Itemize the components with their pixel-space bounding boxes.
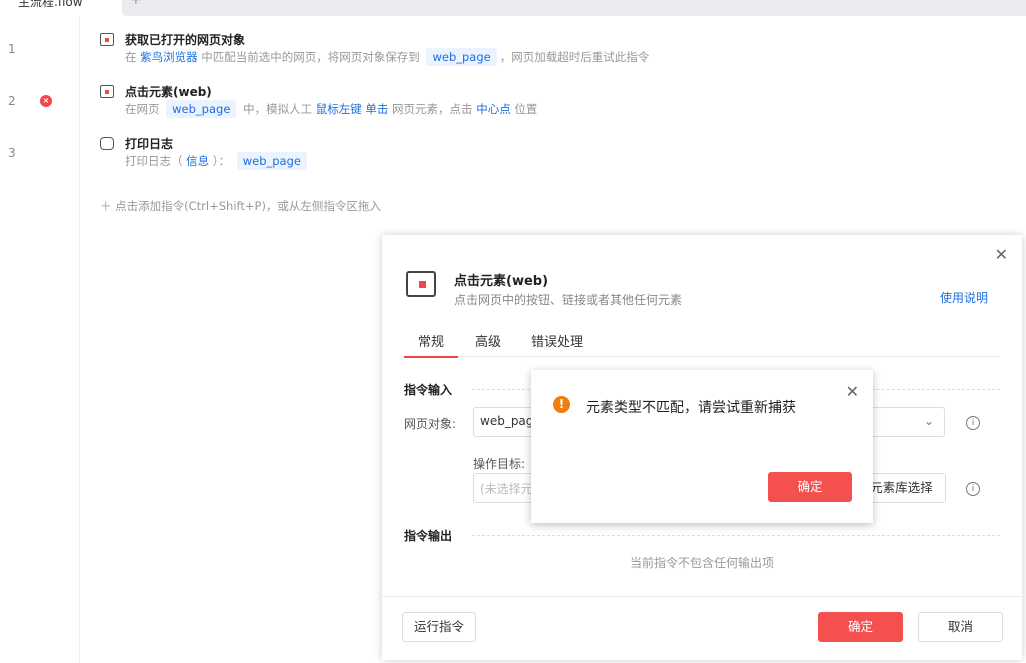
- tab-main-flow[interactable]: 主流程.flow: [18, 0, 83, 10]
- section-output: 指令输出: [404, 529, 453, 543]
- run-instruction-button[interactable]: 运行指令: [402, 612, 476, 642]
- step-description: 在 紫鸟浏览器 中匹配当前选中的网页，将网页对象保存到 web_page ，网页加…: [125, 48, 650, 66]
- panel-title: 点击元素(web): [454, 274, 549, 289]
- target-label: 操作目标:: [473, 457, 526, 471]
- alert-dialog: ✕ ! 元素类型不匹配，请尝试重新捕获 确定: [531, 370, 873, 523]
- add-tab-button[interactable]: +: [130, 0, 142, 8]
- step-title: 打印日志: [125, 137, 174, 151]
- browser-icon: [100, 33, 114, 46]
- click-element-icon: [100, 85, 114, 98]
- tab-general[interactable]: 常规: [404, 331, 459, 358]
- page-object-label: 网页对象:: [404, 417, 457, 431]
- tab-strip: [122, 0, 1026, 16]
- no-output-text: 当前指令不包含任何输出项: [629, 556, 774, 570]
- step-title: 获取已打开的网页对象: [125, 33, 246, 47]
- section-input: 指令输入: [404, 383, 453, 397]
- alert-confirm-button[interactable]: 确定: [768, 472, 852, 502]
- line-number: 1: [8, 42, 16, 56]
- divider: [472, 535, 1000, 536]
- confirm-button[interactable]: 确定: [818, 612, 903, 642]
- line-number: 2: [8, 94, 16, 108]
- help-link[interactable]: 使用说明: [940, 289, 988, 306]
- panel-footer: [382, 596, 1022, 597]
- printer-icon: [100, 137, 114, 150]
- panel-subtitle: 点击网页中的按钮、链接或者其他任何元素: [454, 293, 683, 307]
- tab-error-handling[interactable]: 错误处理: [531, 331, 583, 350]
- close-icon[interactable]: ✕: [846, 382, 859, 401]
- tab-bar: 主流程.flow +: [0, 0, 1026, 16]
- warning-icon: !: [553, 396, 570, 413]
- alert-message: 元素类型不匹配，请尝试重新捕获: [586, 400, 796, 416]
- cancel-button[interactable]: 取消: [918, 612, 1003, 642]
- click-element-icon: [406, 271, 436, 297]
- step-description: 打印日志（ 信息 ）： web_page: [125, 152, 310, 170]
- line-gutter: 1 2 3: [0, 16, 80, 663]
- info-icon[interactable]: i: [966, 416, 980, 430]
- panel-tabs: 常规 高级 错误处理: [404, 327, 1000, 358]
- info-icon[interactable]: i: [966, 482, 980, 496]
- add-instruction-hint[interactable]: ＋ 点击添加指令(Ctrl+Shift+P)，或从左侧指令区拖入: [100, 198, 381, 214]
- line-number: 3: [8, 146, 16, 160]
- step-description: 在网页 web_page 中，模拟人工 鼠标左键 单击 网页元素，点击 中心点 …: [125, 100, 538, 118]
- tab-advanced[interactable]: 高级: [475, 331, 501, 350]
- close-icon[interactable]: ✕: [995, 245, 1008, 264]
- step-title: 点击元素(web): [125, 85, 212, 99]
- error-icon[interactable]: ×: [40, 95, 52, 107]
